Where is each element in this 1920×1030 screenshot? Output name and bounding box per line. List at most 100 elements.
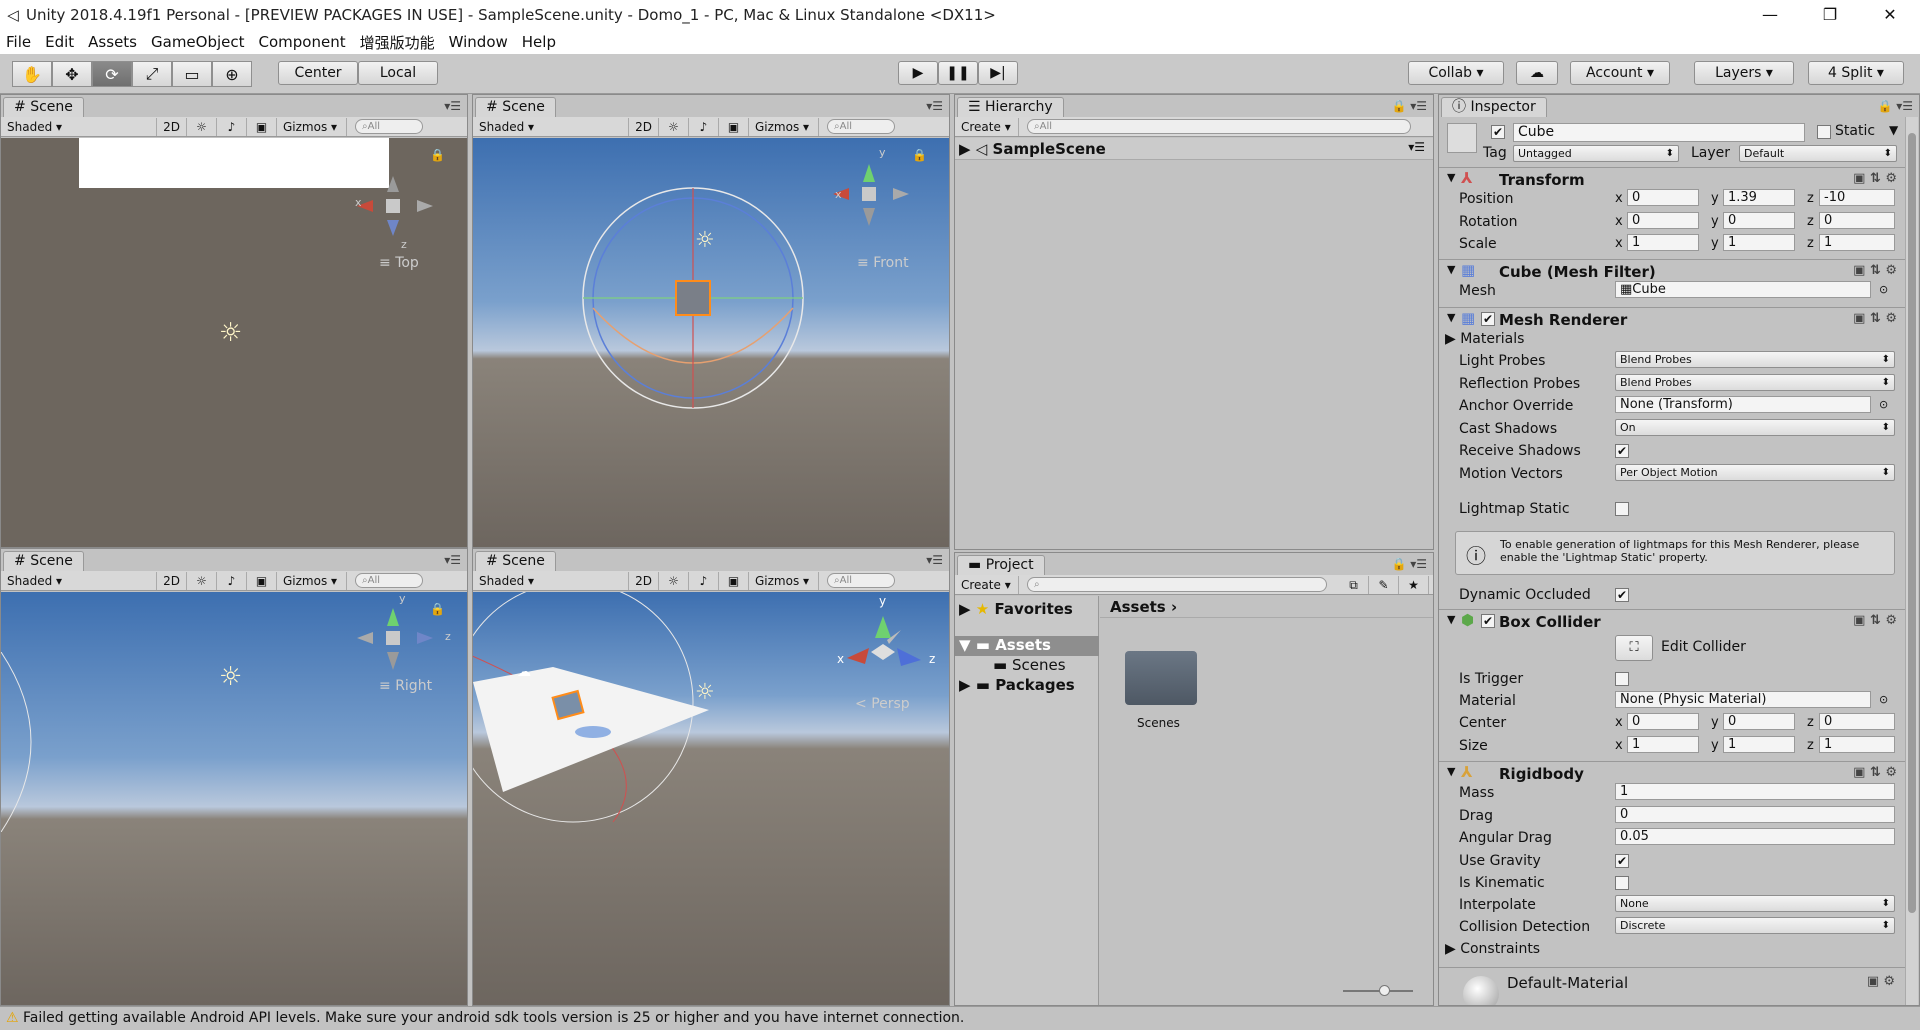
component-settings-icon[interactable]: ▣ ⇅ ⚙ bbox=[1853, 171, 1897, 186]
scene-search-input[interactable]: ⌕All bbox=[827, 573, 895, 588]
orientation-gizmo[interactable] bbox=[353, 598, 443, 678]
audio-icon[interactable]: ♪ bbox=[689, 571, 719, 590]
scene-viewport[interactable]: ☼ 🔒 y z ≡ Right bbox=[1, 592, 467, 1005]
scene-tab[interactable]: # Scene bbox=[3, 551, 84, 571]
breadcrumb[interactable]: Assets › bbox=[1100, 596, 1433, 618]
scene-search-input[interactable]: ⌕All bbox=[355, 119, 423, 134]
menu-edit[interactable]: Edit bbox=[45, 33, 74, 51]
project-tab[interactable]: ▬ Project bbox=[957, 555, 1045, 575]
shading-dropdown[interactable]: Shaded ▾ bbox=[473, 117, 629, 136]
layer-dropdown[interactable]: Default bbox=[1739, 145, 1897, 162]
object-picker-icon[interactable]: ⊙ bbox=[1879, 283, 1888, 296]
is-trigger-checkbox[interactable] bbox=[1615, 672, 1629, 686]
object-name-field[interactable]: Cube bbox=[1513, 123, 1805, 142]
receive-shadows-checkbox[interactable]: ✔ bbox=[1615, 444, 1629, 458]
mesh-renderer-header[interactable]: ▼ ▦ ✔ Mesh Renderer ▣ ⇅ ⚙ bbox=[1439, 307, 1905, 329]
cloud-button[interactable]: ☁ bbox=[1516, 61, 1558, 85]
2d-toggle[interactable]: 2D bbox=[157, 117, 187, 136]
status-bar[interactable]: ⚠ Failed getting available Android API l… bbox=[0, 1006, 1920, 1030]
audio-icon[interactable]: ♪ bbox=[217, 571, 247, 590]
foldout-arrow-icon[interactable]: ▼ bbox=[1447, 613, 1455, 626]
favorites-item[interactable]: ▶ ★ Favorites bbox=[959, 600, 1073, 618]
object-picker-icon[interactable]: ⊙ bbox=[1879, 398, 1888, 411]
rotate-tool-icon[interactable]: ⟳ bbox=[92, 61, 132, 87]
pause-button[interactable]: ❚❚ bbox=[938, 61, 978, 85]
position-z-field[interactable]: -10 bbox=[1819, 189, 1895, 206]
rigidbody-header[interactable]: ▼ ⅄ Rigidbody ▣ ⇅ ⚙ bbox=[1439, 761, 1905, 783]
gizmos-dropdown[interactable]: Gizmos ▾ bbox=[277, 117, 347, 136]
material-settings-icon[interactable]: ▣ ⚙ bbox=[1867, 974, 1895, 989]
collider-material-field[interactable]: None (Physic Material) bbox=[1615, 691, 1871, 708]
scene-viewport[interactable]: ☁ ☼ y x z < Persp bbox=[473, 592, 949, 1005]
scene-search-input[interactable]: ⌕All bbox=[355, 573, 423, 588]
material-section[interactable]: Default-Material ▣ ⚙ bbox=[1439, 967, 1905, 1005]
edit-collider-button[interactable]: ⛶ bbox=[1615, 635, 1653, 661]
box-collider-enabled-checkbox[interactable]: ✔ bbox=[1481, 614, 1495, 628]
menu-help[interactable]: Help bbox=[522, 33, 556, 51]
assets-item[interactable]: ▼ ▬ Assets bbox=[955, 636, 1099, 656]
angular-drag-field[interactable]: 0.05 bbox=[1615, 828, 1895, 845]
size-x-field[interactable]: 1 bbox=[1627, 736, 1699, 753]
audio-icon[interactable]: ♪ bbox=[217, 117, 247, 136]
center-z-field[interactable]: 0 bbox=[1819, 713, 1895, 730]
light-probes-dropdown[interactable]: Blend Probes bbox=[1615, 351, 1895, 368]
zoom-slider-handle[interactable] bbox=[1379, 985, 1390, 996]
position-y-field[interactable]: 1.39 bbox=[1723, 189, 1795, 206]
static-dropdown-arrow[interactable]: ▼ bbox=[1889, 123, 1898, 137]
lock-icon[interactable]: 🔒 bbox=[430, 148, 445, 162]
constraints-row[interactable]: ▶ Constraints bbox=[1439, 939, 1905, 959]
box-collider-header[interactable]: ▼ ⬢ ✔ Box Collider ▣ ⇅ ⚙ bbox=[1439, 609, 1905, 631]
scene-tab[interactable]: # Scene bbox=[3, 97, 84, 117]
panel-menu-icon[interactable]: 🔒 ▾☰ bbox=[1877, 99, 1913, 113]
lighting-icon[interactable]: ☼ bbox=[187, 571, 217, 590]
center-y-field[interactable]: 0 bbox=[1723, 713, 1795, 730]
gizmos-dropdown[interactable]: Gizmos ▾ bbox=[749, 117, 819, 136]
inspector-tab[interactable]: ⓘ Inspector bbox=[1441, 97, 1547, 117]
scene-search-input[interactable]: ⌕All bbox=[827, 119, 895, 134]
layers-dropdown[interactable]: Layers ▾ bbox=[1694, 61, 1794, 85]
lighting-icon[interactable]: ☼ bbox=[659, 117, 689, 136]
project-create-dropdown[interactable]: Create ▾ bbox=[955, 575, 1019, 594]
interpolate-dropdown[interactable]: None bbox=[1615, 895, 1895, 912]
scene-viewport[interactable]: ☼ 🔒 y x ≡ Front bbox=[473, 138, 949, 547]
is-kinematic-checkbox[interactable] bbox=[1615, 876, 1629, 890]
active-checkbox[interactable]: ✔ bbox=[1491, 125, 1505, 139]
mesh-renderer-enabled-checkbox[interactable]: ✔ bbox=[1481, 312, 1495, 326]
panel-menu-icon[interactable]: ▾☰ bbox=[444, 553, 461, 567]
menu-component[interactable]: Component bbox=[259, 33, 346, 51]
hierarchy-tab[interactable]: ☰ Hierarchy bbox=[957, 97, 1064, 117]
move-tool-icon[interactable]: ✥ bbox=[52, 61, 92, 87]
static-checkbox[interactable] bbox=[1817, 125, 1831, 139]
position-x-field[interactable]: 0 bbox=[1627, 189, 1699, 206]
foldout-arrow-icon[interactable]: ▼ bbox=[1447, 765, 1455, 778]
drag-field[interactable]: 0 bbox=[1615, 806, 1895, 823]
filter-type-icon[interactable]: ⧉ bbox=[1339, 575, 1369, 594]
scene-menu-icon[interactable]: ▾☰ bbox=[1408, 140, 1425, 154]
scale-z-field[interactable]: 1 bbox=[1819, 234, 1895, 251]
menu-assets[interactable]: Assets bbox=[88, 33, 137, 51]
2d-toggle[interactable]: 2D bbox=[629, 571, 659, 590]
dynamic-occluded-checkbox[interactable]: ✔ bbox=[1615, 588, 1629, 602]
audio-icon[interactable]: ♪ bbox=[689, 117, 719, 136]
account-dropdown[interactable]: Account ▾ bbox=[1570, 61, 1670, 85]
mesh-filter-header[interactable]: ▼ ▦ Cube (Mesh Filter) ▣ ⇅ ⚙ bbox=[1439, 259, 1905, 281]
lighting-icon[interactable]: ☼ bbox=[659, 571, 689, 590]
pivot-center-button[interactable]: Center bbox=[278, 61, 358, 85]
scene-tab[interactable]: # Scene bbox=[475, 551, 556, 571]
lightmap-static-checkbox[interactable] bbox=[1615, 502, 1629, 516]
motion-vectors-dropdown[interactable]: Per Object Motion bbox=[1615, 464, 1895, 481]
pivot-local-button[interactable]: Local bbox=[358, 61, 438, 85]
component-settings-icon[interactable]: ▣ ⇅ ⚙ bbox=[1853, 311, 1897, 326]
scale-y-field[interactable]: 1 bbox=[1723, 234, 1795, 251]
hierarchy-search-input[interactable]: ⌕All bbox=[1027, 119, 1411, 134]
scene-viewport[interactable]: 🔒 x z ≡ Top ☼ bbox=[1, 138, 467, 547]
scenes-item[interactable]: ▬ Scenes bbox=[993, 656, 1066, 674]
materials-row[interactable]: ▶ Materials bbox=[1439, 329, 1905, 349]
hierarchy-scene-row[interactable]: ▶ ◁ SampleScene ▾☰ bbox=[955, 138, 1433, 160]
size-z-field[interactable]: 1 bbox=[1819, 736, 1895, 753]
size-y-field[interactable]: 1 bbox=[1723, 736, 1795, 753]
anchor-override-field[interactable]: None (Transform) bbox=[1615, 396, 1871, 413]
step-button[interactable]: ▶| bbox=[978, 61, 1018, 85]
panel-menu-icon[interactable]: ▾☰ bbox=[926, 553, 943, 567]
object-picker-icon[interactable]: ⊙ bbox=[1879, 693, 1888, 706]
